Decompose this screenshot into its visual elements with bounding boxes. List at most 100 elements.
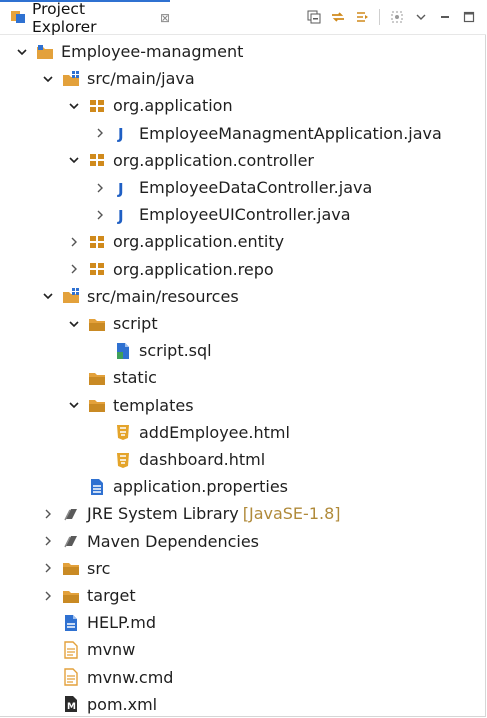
text-file-icon [62,668,80,686]
project-folder-icon [36,43,54,61]
toolbar-separator [379,9,380,25]
tree-item[interactable]: application.properties [66,473,288,500]
focus-icon[interactable] [390,10,404,24]
tree-item[interactable]: target [40,582,136,609]
tree-item[interactable]: org.application.repo [66,256,274,283]
tree-item[interactable]: J EmployeeUIController.java [92,201,351,228]
svg-text:M: M [67,702,76,712]
java-file-icon: J [114,206,132,224]
collapse-all-icon[interactable] [307,10,321,24]
tree-item-label: mvnw [87,640,136,660]
folder-icon [62,559,80,577]
tree-item[interactable]: org.application [66,92,233,119]
tree-item[interactable]: static [66,364,157,391]
folder-icon [88,396,106,414]
view-toolbar [307,7,476,27]
package-icon [88,97,106,115]
tree-item-label: src [87,558,111,578]
chevron-right-icon[interactable] [66,234,82,250]
tree-item[interactable]: script [66,310,158,337]
tree-item-label: target [87,586,136,605]
chevron-right-icon[interactable] [40,506,56,522]
chevron-down-icon[interactable] [40,71,56,87]
source-folder-icon [62,287,80,305]
svg-text:J: J [117,125,124,142]
project-explorer-icon [10,8,26,28]
tree-item-label: org.application.entity [113,232,285,252]
folder-icon [62,587,80,605]
tree-item[interactable]: dashboard.html [92,446,265,473]
chevron-right-icon[interactable] [40,533,56,549]
source-folder-icon [62,70,80,88]
sql-file-icon [114,342,132,360]
library-icon [62,505,80,523]
tree-item[interactable]: mvnw.cmd [40,664,173,691]
tree-item[interactable]: src/main/java [40,65,195,92]
chevron-down-icon[interactable] [66,152,82,168]
tree-item-label: EmployeeUIController.java [139,205,351,225]
chevron-right-icon[interactable] [40,588,56,604]
maximize-icon[interactable] [462,10,476,24]
tree-item-label: script [113,314,158,333]
chevron-right-icon[interactable] [92,207,108,223]
java-file-icon: J [114,179,132,197]
tree-item-label: src/main/resources [87,286,239,306]
chevron-right-icon[interactable] [92,180,108,196]
tree-item-label: application.properties [113,477,288,497]
html-file-icon [114,423,132,441]
tree-item[interactable]: src/main/resources [40,283,239,310]
tree-item[interactable]: addEmployee.html [92,419,290,446]
view-menu-icon[interactable] [414,10,428,24]
properties-file-icon [88,478,106,496]
chevron-down-icon[interactable] [66,316,82,332]
tree-item[interactable]: Maven Dependencies [40,528,259,555]
view-title: Project Explorer [32,0,97,36]
html-file-icon [114,451,132,469]
tree-item-label: JRE System Library [87,504,239,524]
tree-item-label: org.application.controller [113,150,314,170]
markdown-file-icon [62,614,80,632]
minimize-icon[interactable] [438,10,452,24]
svg-text:J: J [117,180,124,197]
chevron-down-icon[interactable] [66,98,82,114]
chevron-down-icon[interactable] [14,44,30,60]
tree-item-label: addEmployee.html [139,422,290,442]
tree-item-label: templates [113,395,194,415]
tree-item-label: EmployeeDataController.java [139,178,373,197]
package-icon [88,151,106,169]
chevron-right-icon[interactable] [66,261,82,277]
tree-item[interactable]: org.application.entity [66,228,284,255]
view-header: Project Explorer ⊠ [0,0,486,36]
link-with-editor-icon[interactable] [331,10,345,24]
tree-item-label: mvnw.cmd [87,667,174,687]
tree-item[interactable]: HELP.md [40,609,156,636]
tree-item-label: org.application [113,96,233,116]
folder-icon [88,315,106,333]
tree-item-label: EmployeeManagmentApplication.java [139,123,442,143]
filter-icon[interactable] [355,10,369,24]
tab-project-explorer[interactable]: Project Explorer ⊠ [0,0,170,36]
chevron-down-icon[interactable] [66,397,82,413]
xml-file-icon: M [62,695,80,713]
tree-item[interactable]: Mpom.xml [40,691,157,718]
tree-item[interactable]: src [40,555,110,582]
tree-item[interactable]: mvnw [40,636,135,663]
chevron-down-icon[interactable] [40,288,56,304]
tree-item[interactable]: org.application.controller [66,147,314,174]
java-file-icon: J [114,124,132,142]
tree-item[interactable]: templates [66,392,194,419]
tree-item[interactable]: J EmployeeManagmentApplication.java [92,120,442,147]
chevron-right-icon[interactable] [92,125,108,141]
close-icon[interactable]: ⊠ [160,11,170,25]
tree-item-decoration: [JavaSE-1.8] [242,504,341,524]
tree-item[interactable]: JRE System Library [JavaSE-1.8] [40,500,341,527]
folder-icon [88,369,106,387]
tree-item-label: org.application.repo [113,259,274,279]
tree-item-label: script.sql [139,341,212,361]
tree-item-label: Maven Dependencies [87,531,260,551]
tree-item[interactable]: Employee-managment [14,38,243,65]
chevron-right-icon[interactable] [40,560,56,576]
tree-item[interactable]: J EmployeeDataController.java [92,174,372,201]
text-file-icon [62,641,80,659]
tree-item[interactable]: script.sql [92,337,212,364]
